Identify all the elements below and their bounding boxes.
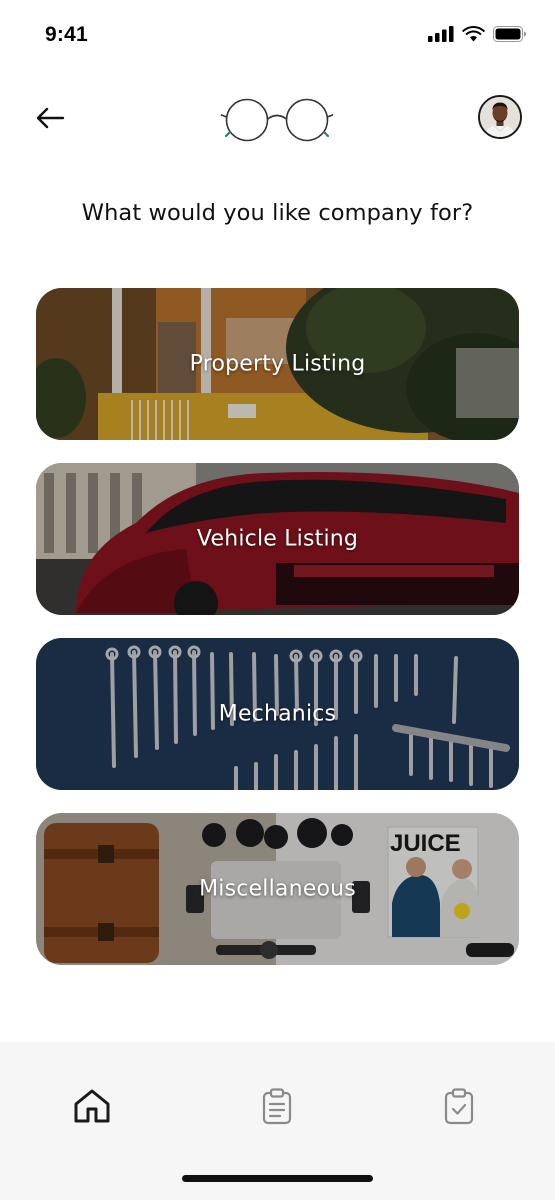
nav-list[interactable]: [255, 1084, 299, 1128]
cellular-signal-icon: [428, 25, 454, 46]
back-button[interactable]: [30, 100, 70, 136]
status-icons: [428, 25, 527, 46]
header: [0, 88, 555, 148]
category-label: Property Listing: [189, 351, 366, 377]
category-card-miscellaneous[interactable]: JUICE Miscellaneous: [36, 813, 519, 965]
nav-tasks[interactable]: [437, 1084, 481, 1128]
page-title: What would you like company for?: [81, 200, 474, 226]
wifi-icon: [462, 25, 485, 46]
category-card-mechanics[interactable]: Mechanics: [36, 638, 519, 790]
home-icon: [74, 1089, 110, 1123]
clipboard-list-icon: [262, 1088, 292, 1125]
category-label: Miscellaneous: [199, 876, 356, 902]
battery-icon: [493, 25, 527, 46]
arrow-left-icon: [36, 107, 65, 129]
category-card-vehicle-listing[interactable]: Vehicle Listing: [36, 463, 519, 615]
avatar[interactable]: [478, 95, 522, 139]
status-bar: 9:41: [0, 0, 555, 72]
clipboard-check-icon: [444, 1088, 474, 1125]
category-label: Mechanics: [218, 701, 337, 727]
category-card-property-listing[interactable]: Property Listing: [36, 288, 519, 440]
user-avatar-photo: [480, 97, 520, 137]
nav-home[interactable]: [70, 1084, 114, 1128]
status-time: 9:41: [45, 23, 88, 46]
home-indicator: [182, 1175, 373, 1182]
category-label: Vehicle Listing: [196, 526, 359, 552]
round-glasses-logo-icon: [220, 92, 336, 142]
